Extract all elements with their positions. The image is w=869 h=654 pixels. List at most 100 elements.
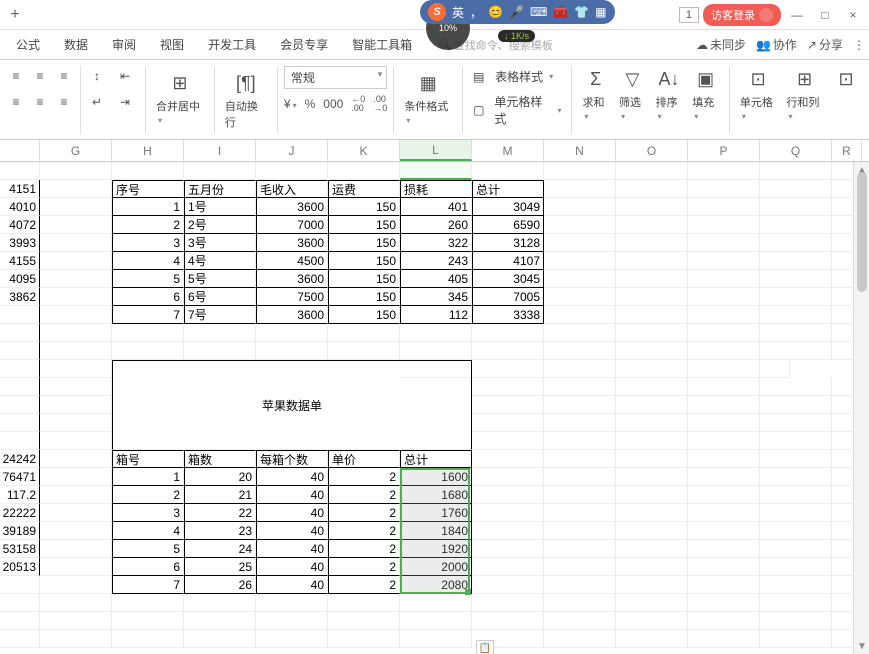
cell[interactable]	[688, 576, 760, 594]
cell[interactable]	[760, 216, 832, 234]
indent-inc-icon[interactable]: ⇥	[115, 92, 135, 112]
cell[interactable]	[544, 450, 616, 468]
cell[interactable]	[544, 558, 616, 576]
cell[interactable]: 112	[400, 306, 472, 324]
cell[interactable]: 5号	[184, 270, 256, 288]
cell[interactable]: 4072	[0, 216, 40, 234]
scrollbar-thumb[interactable]	[857, 172, 867, 292]
cell[interactable]	[256, 630, 328, 648]
cell[interactable]: 2	[328, 558, 400, 576]
cell[interactable]	[544, 612, 616, 630]
cell[interactable]	[472, 576, 544, 594]
cell[interactable]	[616, 306, 688, 324]
cell[interactable]	[544, 288, 616, 306]
cell[interactable]	[472, 486, 544, 504]
cell[interactable]	[472, 378, 544, 396]
cell[interactable]	[544, 468, 616, 486]
cell[interactable]	[0, 378, 40, 396]
cell[interactable]	[40, 306, 112, 324]
cell[interactable]: 箱号	[112, 450, 184, 468]
cell[interactable]	[544, 216, 616, 234]
cell[interactable]	[760, 594, 832, 612]
cell[interactable]	[760, 540, 832, 558]
cell[interactable]	[40, 252, 112, 270]
cell[interactable]	[616, 594, 688, 612]
cell[interactable]: 3600	[256, 198, 328, 216]
col-header-O[interactable]: O	[616, 140, 688, 161]
cell[interactable]	[688, 360, 760, 378]
cell[interactable]	[256, 324, 328, 342]
cell[interactable]	[328, 342, 400, 360]
col-header-R[interactable]: R	[832, 140, 862, 161]
cell[interactable]: 2	[328, 468, 400, 486]
cell[interactable]: 150	[328, 234, 400, 252]
cell[interactable]	[40, 234, 112, 252]
cell[interactable]	[688, 504, 760, 522]
cell[interactable]: 2	[328, 522, 400, 540]
cell[interactable]	[400, 342, 472, 360]
cell[interactable]	[760, 198, 832, 216]
cell[interactable]: 3600	[256, 270, 328, 288]
cell[interactable]	[544, 162, 616, 180]
cell[interactable]	[472, 468, 544, 486]
indent-dec-icon[interactable]: ⇤	[115, 66, 135, 86]
cell[interactable]	[256, 162, 328, 180]
cell-style-button[interactable]: ▢单元格样式▾	[469, 91, 565, 129]
cell[interactable]	[40, 630, 112, 648]
cell[interactable]: 20513	[0, 558, 40, 576]
wrap-icon[interactable]: ↵	[87, 92, 107, 112]
cell[interactable]	[616, 198, 688, 216]
cell[interactable]	[760, 234, 832, 252]
menu-data[interactable]: 数据	[52, 30, 100, 59]
cell[interactable]: 6号	[184, 288, 256, 306]
cell[interactable]: 2	[328, 504, 400, 522]
share-button[interactable]: ↗分享	[807, 36, 843, 53]
cell[interactable]	[760, 522, 832, 540]
cell[interactable]: 40	[256, 504, 328, 522]
ime-grid-icon[interactable]: ▦	[595, 5, 606, 19]
cell[interactable]	[544, 540, 616, 558]
col-header-L[interactable]: L	[400, 140, 472, 161]
cell[interactable]: 3338	[472, 306, 544, 324]
cell[interactable]: 3128	[472, 234, 544, 252]
menu-view[interactable]: 视图	[148, 30, 196, 59]
cell[interactable]	[616, 522, 688, 540]
cell[interactable]: 每箱个数	[256, 450, 328, 468]
cell[interactable]: 运费	[328, 180, 400, 198]
cell[interactable]: 2080	[400, 576, 472, 594]
cell[interactable]	[688, 378, 760, 396]
cell[interactable]: 150	[328, 252, 400, 270]
cell[interactable]	[40, 486, 112, 504]
cell[interactable]: 40	[256, 576, 328, 594]
cell[interactable]	[472, 558, 544, 576]
cells-button[interactable]: ⊡单元格▾	[736, 66, 781, 122]
cell[interactable]: 243	[400, 252, 472, 270]
cell[interactable]: 5	[112, 270, 184, 288]
cell[interactable]: 7500	[256, 288, 328, 306]
cell[interactable]	[616, 414, 688, 432]
align-center-icon[interactable]: ≡	[30, 92, 50, 112]
cell[interactable]	[40, 396, 112, 414]
cell[interactable]	[616, 252, 688, 270]
cell[interactable]	[688, 234, 760, 252]
maximize-button[interactable]: □	[813, 5, 837, 25]
ime-emoji-icon[interactable]: 😊	[488, 5, 503, 19]
cell[interactable]: 4500	[256, 252, 328, 270]
cell[interactable]	[616, 450, 688, 468]
cell[interactable]	[472, 540, 544, 558]
cell[interactable]	[544, 486, 616, 504]
cell[interactable]	[184, 162, 256, 180]
cell[interactable]	[400, 162, 472, 180]
table-style-button[interactable]: ▤表格样式▾	[469, 66, 565, 87]
cell[interactable]	[688, 486, 760, 504]
cell[interactable]	[400, 324, 472, 342]
cell[interactable]	[328, 630, 400, 648]
cell[interactable]	[544, 594, 616, 612]
cell[interactable]	[544, 324, 616, 342]
cell[interactable]: 21	[184, 486, 256, 504]
cell[interactable]	[688, 432, 760, 450]
cell[interactable]	[472, 612, 544, 630]
cell[interactable]	[760, 612, 832, 630]
cell[interactable]: 26	[184, 576, 256, 594]
col-header-K[interactable]: K	[328, 140, 400, 161]
